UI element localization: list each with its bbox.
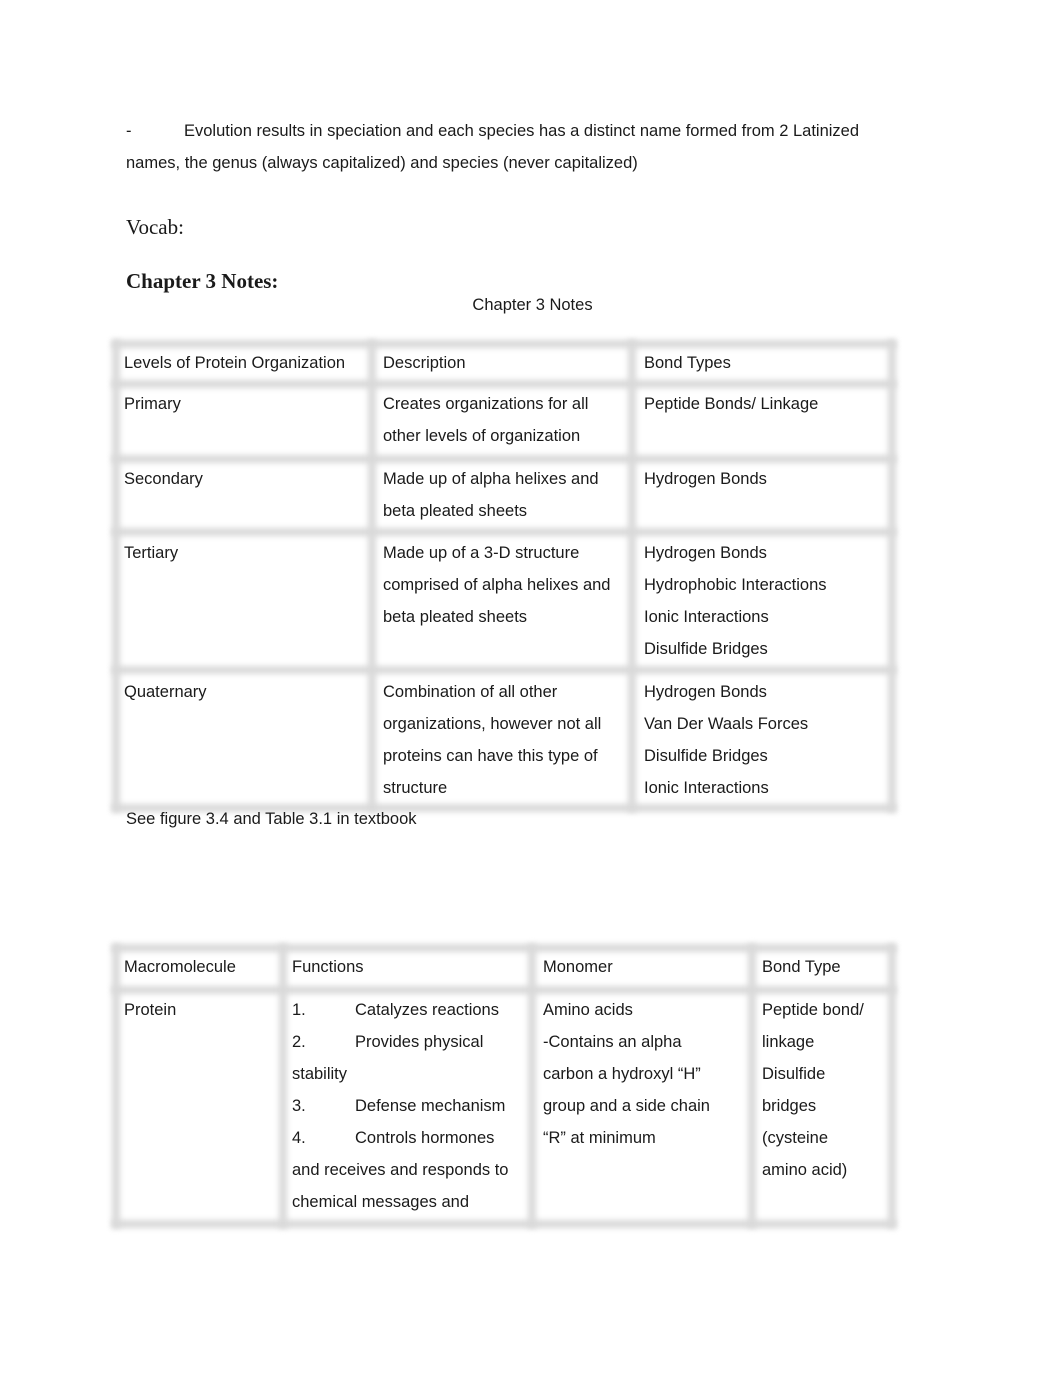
table-border bbox=[112, 666, 896, 674]
table-border bbox=[888, 944, 896, 1228]
function-text: and receives and responds to bbox=[292, 1161, 509, 1179]
monomer-line: -Contains an alpha bbox=[543, 1033, 682, 1051]
table-border bbox=[112, 455, 896, 463]
table-border bbox=[628, 340, 636, 812]
table-border bbox=[368, 340, 376, 812]
description-line: Made up of a 3-D structure bbox=[383, 544, 580, 562]
table-header: Macromolecule bbox=[124, 958, 236, 976]
function-text: Defense mechanism bbox=[355, 1097, 506, 1115]
monomer-line: Amino acids bbox=[543, 1001, 633, 1019]
table-cell-macromolecule: Protein bbox=[124, 1001, 177, 1019]
table-cell-level: Tertiary bbox=[124, 544, 179, 562]
bullet-text-line-1: Evolution results in speciation and each… bbox=[184, 122, 860, 140]
function-text: Controls hormones bbox=[355, 1129, 495, 1147]
table-border bbox=[112, 528, 896, 536]
function-text: Provides physical bbox=[355, 1033, 484, 1051]
bond-line: Hydrogen Bonds bbox=[644, 470, 767, 488]
function-line: 3. Defense mechanism bbox=[292, 1090, 508, 1122]
function-line: stability bbox=[292, 1058, 508, 1090]
bond-line: Hydrogen Bonds bbox=[644, 683, 767, 701]
table-cell-bonds: Hydrogen Bonds Hydrophobic Interactions … bbox=[644, 537, 827, 665]
table-cell-monomer: Amino acids -Contains an alpha carbon a … bbox=[543, 994, 710, 1154]
bond-line: Peptide Bonds/ Linkage bbox=[644, 395, 819, 413]
table-header: Functions bbox=[292, 958, 364, 976]
bond-line: Peptide bond/ bbox=[762, 1001, 864, 1019]
table-header: Levels of Protein Organization bbox=[124, 354, 346, 372]
monomer-line: “R” at minimum bbox=[543, 1129, 656, 1147]
bond-line: Disulfide bbox=[762, 1065, 826, 1083]
bond-line: Ionic Interactions bbox=[644, 779, 769, 797]
function-line: 4. Controls hormones bbox=[292, 1122, 508, 1154]
vocab-label: Vocab: bbox=[126, 215, 184, 239]
table-border bbox=[888, 340, 896, 812]
table-cell-bonds: Hydrogen Bonds Van Der Waals Forces Disu… bbox=[644, 676, 808, 804]
table-header: Description bbox=[383, 354, 466, 372]
table-cell-level: Primary bbox=[124, 395, 181, 413]
function-text: chemical messages and bbox=[292, 1193, 470, 1211]
table-cell-functions: 1. Catalyzes reactions 2. Provides physica… bbox=[292, 994, 508, 1218]
list-number: 3. bbox=[292, 1097, 306, 1115]
function-text: Catalyzes reactions bbox=[355, 1001, 499, 1019]
table-border bbox=[528, 944, 536, 1228]
table-cell-description: Made up of alpha helixes and beta pleate… bbox=[383, 463, 599, 527]
list-number: 2. bbox=[292, 1033, 306, 1051]
table-note: See figure 3.4 and Table 3.1 in textbook bbox=[126, 810, 417, 828]
function-text: stability bbox=[292, 1065, 348, 1083]
bond-line: bridges bbox=[762, 1097, 817, 1115]
bond-line: Van Der Waals Forces bbox=[644, 715, 809, 733]
function-line: 1. Catalyzes reactions bbox=[292, 994, 508, 1026]
table-border bbox=[112, 944, 120, 1228]
table-cell-bonds: Peptide Bonds/ Linkage bbox=[644, 388, 818, 420]
description-line: structure bbox=[383, 779, 448, 797]
table-border bbox=[279, 944, 287, 1228]
bond-line: Hydrogen Bonds bbox=[644, 544, 767, 562]
description-line: proteins can have this type of bbox=[383, 747, 598, 765]
bond-line: Disulfide Bridges bbox=[644, 747, 768, 765]
table-cell-description: Made up of a 3-D structure comprised of … bbox=[383, 537, 610, 633]
bond-line: linkage bbox=[762, 1033, 815, 1051]
function-line: and receives and responds to bbox=[292, 1154, 508, 1186]
description-line: Made up of alpha helixes and bbox=[383, 470, 599, 488]
bond-line: Ionic Interactions bbox=[644, 608, 769, 626]
chapter-title: Chapter 3 Notes bbox=[472, 296, 593, 314]
description-line: other levels of organization bbox=[383, 427, 581, 445]
bullet-marker: - bbox=[126, 122, 132, 140]
description-line: Combination of all other bbox=[383, 683, 558, 701]
description-line: beta pleated sheets bbox=[383, 608, 528, 626]
bond-line: (cysteine bbox=[762, 1129, 829, 1147]
bullet-text-line-2: names, the genus (always capitalized) an… bbox=[126, 154, 638, 172]
table-border bbox=[112, 1220, 896, 1228]
table-cell-description: Creates organizations for all other leve… bbox=[383, 388, 588, 452]
description-line: organizations, however not all bbox=[383, 715, 602, 733]
table-border bbox=[112, 340, 120, 812]
table-border bbox=[748, 944, 756, 1228]
table-cell-level: Quaternary bbox=[124, 683, 207, 701]
table-cell-bonds: Hydrogen Bonds bbox=[644, 463, 767, 495]
bond-line: Hydrophobic Interactions bbox=[644, 576, 827, 594]
function-line: 2. Provides physical bbox=[292, 1026, 508, 1058]
list-number: 1. bbox=[292, 1001, 306, 1019]
table-border bbox=[112, 986, 896, 994]
bond-line: Disulfide Bridges bbox=[644, 640, 768, 658]
monomer-line: carbon a hydroxyl “H” bbox=[543, 1065, 701, 1083]
description-line: beta pleated sheets bbox=[383, 502, 528, 520]
table-header: Monomer bbox=[543, 958, 613, 976]
table-header: Bond Types bbox=[644, 354, 731, 372]
table-cell-bond-type: Peptide bond/ linkage Disulfide bridges … bbox=[762, 994, 864, 1186]
table-header: Bond Type bbox=[762, 958, 841, 976]
list-number: 4. bbox=[292, 1129, 306, 1147]
function-line: chemical messages and bbox=[292, 1186, 508, 1218]
bond-line: amino acid) bbox=[762, 1161, 848, 1179]
description-line: Creates organizations for all bbox=[383, 395, 589, 413]
table-cell-level: Secondary bbox=[124, 470, 203, 488]
description-line: comprised of alpha helixes and bbox=[383, 576, 611, 594]
table-cell-description: Combination of all other organizations, … bbox=[383, 676, 601, 804]
chapter-heading: Chapter 3 Notes: bbox=[126, 269, 279, 293]
table-border bbox=[112, 380, 896, 388]
monomer-line: group and a side chain bbox=[543, 1097, 710, 1115]
